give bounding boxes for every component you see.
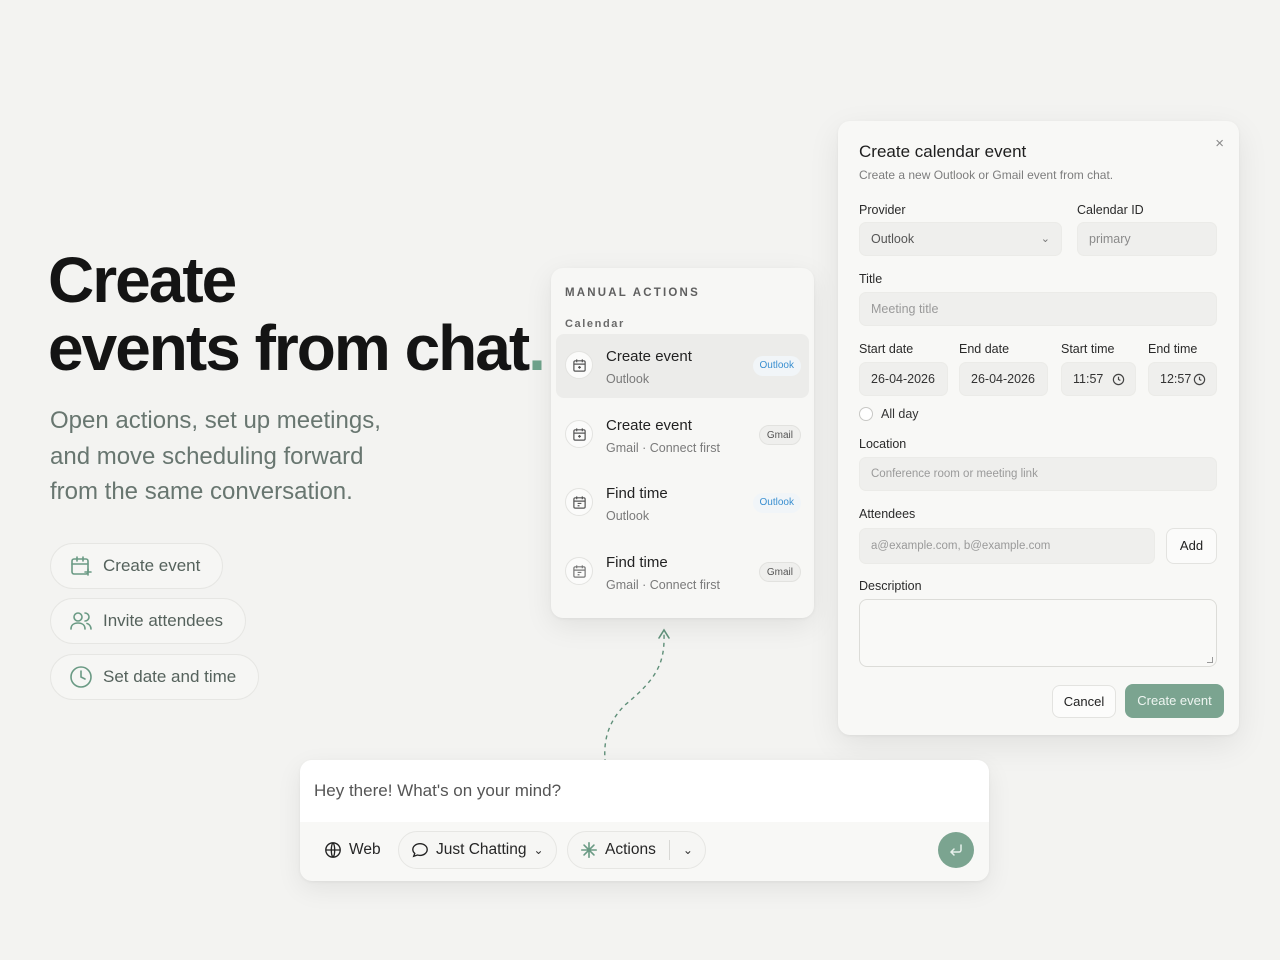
manual-actions-heading: MANUAL ACTIONS	[565, 287, 700, 299]
dialog-title: Create calendar event	[859, 142, 1027, 161]
hero-title-text: events from chat	[48, 312, 530, 384]
provider-badge: Gmail	[758, 425, 801, 445]
calendar-plus-icon	[71, 556, 92, 576]
resize-handle-icon[interactable]	[1207, 657, 1213, 663]
start-date-label: Start date	[859, 342, 914, 356]
clock-icon	[1193, 373, 1206, 386]
feature-pill-label: Invite attendees	[103, 611, 224, 630]
calendar-icon	[565, 420, 593, 448]
start-time-field[interactable]: 11:57	[1061, 362, 1136, 396]
actions-dropdown[interactable]: Actions ⌄	[567, 831, 706, 869]
calendar-icon	[565, 351, 593, 379]
description-label: Description	[859, 579, 922, 593]
start-time-value: 11:57	[1073, 372, 1104, 386]
provider-select-value: Outlook	[871, 232, 915, 246]
end-date-field[interactable]: 26-04-2026	[959, 362, 1048, 396]
action-item-create-event-outlook[interactable]: Create event Outlook Outlook	[556, 334, 809, 398]
hero-title-dot: .	[528, 312, 546, 384]
chat-mode-dropdown[interactable]: Just Chatting ⌄	[398, 831, 557, 869]
location-label: Location	[859, 437, 907, 451]
cancel-button[interactable]: Cancel	[1052, 685, 1116, 718]
web-toggle-label: Web	[349, 841, 381, 858]
actions-label: Actions	[605, 841, 656, 858]
location-input[interactable]	[859, 457, 1217, 491]
clock-icon	[1112, 373, 1125, 386]
provider-badge: Outlook	[752, 493, 801, 513]
calendar-id-field[interactable]: primary	[1077, 222, 1217, 256]
divider	[668, 840, 670, 860]
action-item-title: Create event	[606, 417, 692, 434]
title-label: Title	[859, 272, 883, 286]
create-event-button[interactable]: Create event	[1125, 684, 1224, 718]
chevron-down-icon: ⌄	[1040, 233, 1050, 245]
start-time-label: Start time	[1061, 342, 1115, 356]
hero-subtitle: Open actions, set up meetings, and move …	[50, 407, 381, 505]
all-day-label: All day	[881, 407, 919, 421]
action-item-meta: Outlook	[606, 509, 650, 523]
hero-title: Create events from chat.	[48, 244, 546, 384]
title-input[interactable]	[859, 292, 1217, 326]
description-textarea[interactable]	[859, 599, 1217, 667]
action-item-title: Find time	[606, 554, 668, 571]
end-time-value: 12:57	[1160, 372, 1192, 386]
add-attendee-button[interactable]: Add	[1166, 528, 1217, 564]
calendar-id-label: Calendar ID	[1077, 203, 1144, 217]
hero-title-line-1: Create	[48, 244, 237, 316]
end-time-field[interactable]: 12:57	[1148, 362, 1217, 396]
manual-actions-panel: MANUAL ACTIONS Calendar Create event Out…	[551, 268, 814, 618]
dialog-description: Create a new Outlook or Gmail event from…	[859, 168, 1114, 182]
attendees-label: Attendees	[859, 507, 916, 521]
chat-bubble-icon	[412, 843, 428, 858]
provider-label: Provider	[859, 203, 906, 217]
calendar-search-icon	[565, 488, 593, 516]
action-item-title: Create event	[606, 348, 692, 365]
action-item-find-time-gmail[interactable]: Find time Gmail · Connect first Gmail	[556, 540, 809, 604]
chat-input-area	[300, 760, 989, 822]
create-calendar-event-dialog: × Create calendar event Create a new Out…	[838, 121, 1239, 735]
enter-arrow-icon	[949, 844, 962, 856]
feature-pill-label: Create event	[103, 556, 201, 575]
feature-pill-create-event: Create event	[50, 543, 224, 589]
feature-pill-set-date-time: Set date and time	[50, 654, 260, 700]
send-button[interactable]	[938, 832, 974, 868]
chevron-down-icon[interactable]: ⌄	[683, 843, 693, 857]
chevron-down-icon: ⌄	[533, 843, 544, 857]
chat-input[interactable]	[314, 778, 914, 804]
action-item-find-time-outlook[interactable]: Find time Outlook Outlook	[556, 471, 809, 535]
sparkle-actions-icon	[580, 841, 598, 859]
provider-badge: Gmail	[758, 562, 801, 582]
clock-icon	[70, 666, 92, 688]
end-time-label: End time	[1148, 342, 1198, 356]
chat-composer: Web Just Chatting ⌄ Actions ⌄	[300, 760, 989, 881]
calendar-search-icon	[565, 557, 593, 585]
action-item-meta: Gmail · Connect first	[606, 578, 720, 592]
globe-icon	[325, 842, 341, 858]
start-date-field[interactable]: 26-04-2026	[859, 362, 948, 396]
end-date-label: End date	[959, 342, 1010, 356]
action-item-create-event-gmail[interactable]: Create event Gmail · Connect first Gmail	[556, 403, 809, 467]
feature-pill-invite-attendees: Invite attendees	[50, 598, 247, 644]
hero-title-line-2: events from chat.	[48, 312, 546, 384]
provider-badge: Outlook	[752, 356, 801, 376]
calendar-section-label: Calendar	[565, 318, 625, 330]
chat-mode-label: Just Chatting	[436, 841, 527, 858]
users-icon	[70, 612, 92, 630]
attendees-input[interactable]	[859, 528, 1155, 564]
action-item-meta: Gmail · Connect first	[606, 441, 720, 455]
action-item-meta: Outlook	[606, 372, 650, 386]
action-item-title: Find time	[606, 485, 668, 502]
all-day-radio[interactable]	[859, 407, 873, 421]
feature-pill-label: Set date and time	[103, 667, 237, 686]
provider-select[interactable]: Outlook ⌄	[859, 222, 1062, 256]
web-toggle-button[interactable]: Web	[314, 831, 391, 869]
close-icon[interactable]: ×	[1215, 135, 1224, 152]
